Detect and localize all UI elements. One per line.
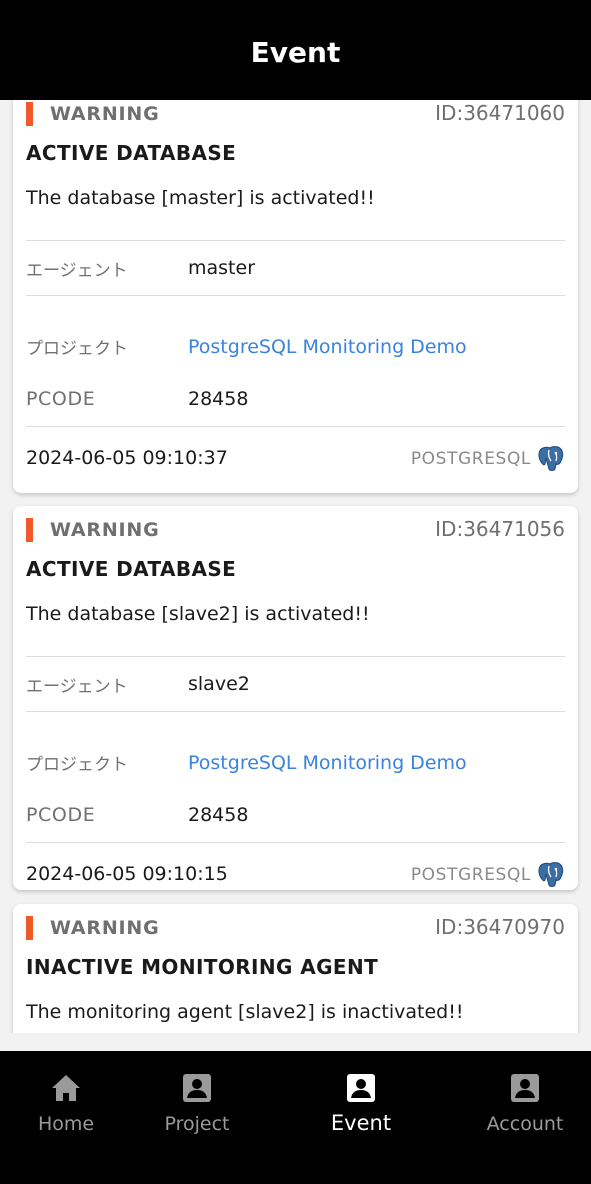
pcode-label: PCODE — [26, 388, 96, 410]
event-title: ACTIVE DATABASE — [26, 557, 237, 581]
page-title: Event — [250, 35, 341, 69]
event-card-header: WARNING ID:36470970 — [26, 904, 565, 942]
tab-label: Account — [486, 1113, 564, 1135]
agent-row: エージェント slave2 — [26, 657, 565, 711]
project-link[interactable]: PostgreSQL Monitoring Demo — [188, 336, 467, 358]
postgresql-elephant-icon — [538, 862, 564, 887]
event-message: The monitoring agent [slave2] is inactiv… — [26, 1001, 464, 1023]
project-row: プロジェクト PostgreSQL Monitoring Demo — [26, 296, 565, 374]
event-card-footer: 2024-06-05 09:10:37 POSTGRESQL — [26, 427, 565, 477]
event-card[interactable]: WARNING ID:36470970 INACTIVE MONITORING … — [13, 904, 578, 1033]
project-label: プロジェクト — [26, 755, 128, 775]
severity-label: WARNING — [50, 103, 160, 125]
agent-value: master — [188, 257, 256, 279]
event-card-header: WARNING ID:36471056 — [26, 506, 565, 544]
tab-home[interactable]: Home — [0, 1051, 140, 1184]
severity-indicator — [26, 102, 33, 126]
account-icon — [508, 1071, 542, 1105]
tab-event[interactable]: Event — [287, 1051, 435, 1184]
event-title: ACTIVE DATABASE — [26, 141, 237, 165]
event-timestamp: 2024-06-05 09:10:37 — [26, 447, 228, 469]
postgresql-elephant-icon — [538, 446, 564, 471]
event-list[interactable]: WARNING ID:36471060 ACTIVE DATABASE The … — [0, 100, 591, 1033]
project-icon — [180, 1071, 214, 1105]
project-label: プロジェクト — [26, 339, 128, 359]
tab-label: Event — [330, 1111, 392, 1135]
event-id: ID:36470970 — [435, 915, 565, 939]
pcode-label: PCODE — [26, 804, 96, 826]
event-icon — [344, 1071, 378, 1105]
event-id: ID:36471060 — [435, 101, 565, 125]
project-row: プロジェクト PostgreSQL Monitoring Demo — [26, 712, 565, 790]
event-message: The database [slave2] is activated!! — [26, 603, 370, 625]
severity-label: WARNING — [50, 519, 160, 541]
event-card[interactable]: WARNING ID:36471056 ACTIVE DATABASE The … — [13, 506, 578, 890]
pcode-value: 28458 — [188, 388, 249, 410]
event-card-header: WARNING ID:36471060 — [26, 100, 565, 128]
tab-label: Project — [164, 1113, 230, 1135]
bottom-tab-bar: Home Project Event Account — [0, 1051, 591, 1184]
severity-indicator — [26, 518, 33, 542]
platform-label: POSTGRESQL — [410, 865, 531, 885]
event-message: The database [master] is activated!! — [26, 187, 375, 209]
agent-label: エージェント — [26, 677, 128, 697]
severity-label: WARNING — [50, 917, 160, 939]
severity-indicator — [26, 916, 33, 940]
event-id: ID:36471056 — [435, 517, 565, 541]
pcode-row: PCODE 28458 — [26, 374, 565, 426]
tab-project[interactable]: Project — [123, 1051, 271, 1184]
platform-label: POSTGRESQL — [410, 449, 531, 469]
event-timestamp: 2024-06-05 09:10:15 — [26, 863, 228, 885]
pcode-value: 28458 — [188, 804, 249, 826]
home-icon — [49, 1071, 83, 1105]
agent-value: slave2 — [188, 673, 250, 695]
agent-row: エージェント master — [26, 241, 565, 295]
project-link[interactable]: PostgreSQL Monitoring Demo — [188, 752, 467, 774]
event-title: INACTIVE MONITORING AGENT — [26, 955, 379, 979]
event-card-footer: 2024-06-05 09:10:15 POSTGRESQL — [26, 843, 565, 893]
pcode-row: PCODE 28458 — [26, 790, 565, 842]
app-header: Event — [0, 0, 591, 100]
tab-account[interactable]: Account — [451, 1051, 591, 1184]
event-card[interactable]: WARNING ID:36471060 ACTIVE DATABASE The … — [13, 100, 578, 493]
tab-label: Home — [37, 1113, 95, 1135]
agent-label: エージェント — [26, 261, 128, 281]
